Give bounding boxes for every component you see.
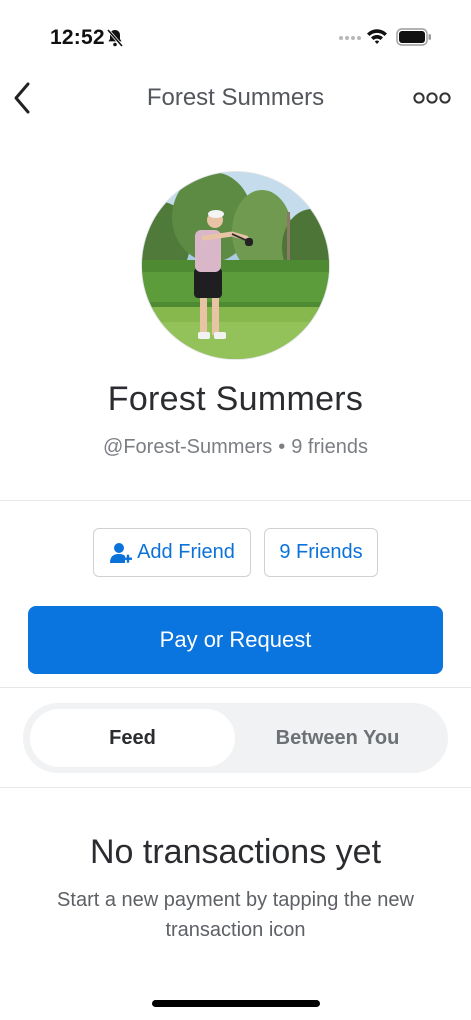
tab-between-you-label: Between You — [275, 726, 400, 749]
status-time: 12:52 — [50, 26, 105, 49]
divider — [0, 787, 471, 788]
empty-state-subtitle: Start a new payment by tapping the new t… — [57, 889, 414, 941]
tab-between-you[interactable]: Between You — [235, 709, 440, 767]
home-indicator — [152, 1000, 320, 1007]
username: @Forest-Summers — [103, 436, 273, 458]
meta-separator: • — [278, 436, 286, 458]
pay-label: Pay or Request — [159, 627, 312, 652]
divider — [0, 500, 471, 501]
friends-button[interactable]: 9 Friends — [264, 528, 378, 577]
add-friend-label: Add Friend — [137, 541, 235, 563]
wifi-icon — [367, 29, 387, 44]
status-bar: 12:52 — [0, 0, 471, 78]
divider — [0, 687, 471, 688]
pay-or-request-button[interactable]: Pay or Request — [28, 606, 443, 674]
golfer-photo — [142, 172, 329, 359]
nav-title: Forest Summers — [146, 84, 325, 111]
empty-state-title: No transactions yet — [89, 833, 382, 871]
avatar — [141, 171, 330, 360]
profile-meta: @Forest-Summers • 9 friends — [0, 436, 471, 459]
tab-feed[interactable]: Feed — [30, 709, 235, 767]
signal-icon — [339, 36, 361, 40]
more-horizontal-icon[interactable] — [412, 88, 452, 108]
friends-count: 9 friends — [291, 436, 368, 458]
bell-slash-icon — [106, 29, 124, 47]
friends-label: 9 Friends — [279, 541, 363, 563]
battery-icon — [396, 28, 431, 46]
profile-name: Forest Summers — [107, 380, 364, 418]
add-person-icon — [110, 542, 133, 563]
add-friend-button[interactable]: Add Friend — [93, 528, 251, 577]
tab-feed-label: Feed — [109, 726, 156, 749]
feed-segmented-control: Feed Between You — [23, 703, 448, 773]
